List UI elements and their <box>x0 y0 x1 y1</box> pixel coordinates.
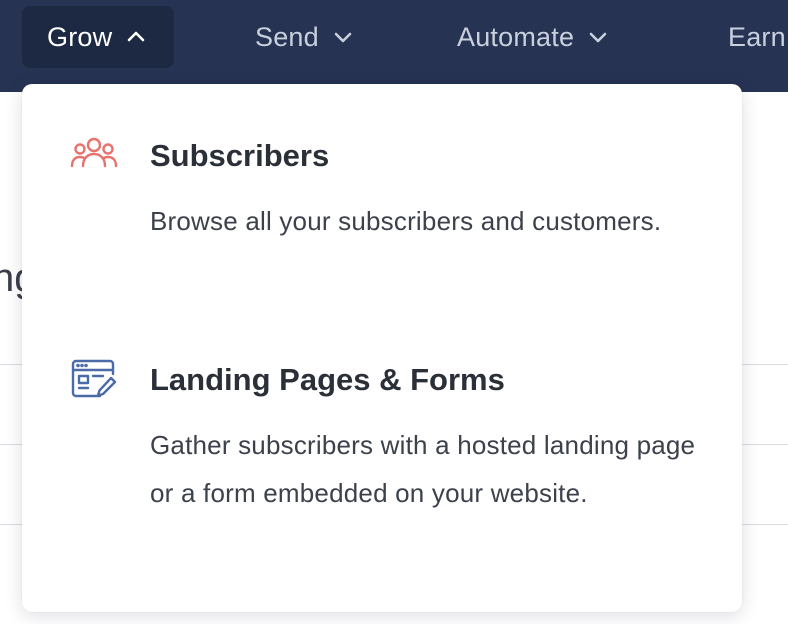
subscribers-title: Subscribers <box>150 138 330 173</box>
nav-automate-menu[interactable]: Automate <box>457 6 608 68</box>
menu-item-subscribers[interactable]: Subscribers Browse all your subscribers … <box>22 124 742 334</box>
landing-pages-forms-description: Gather subscribers with a hosted landing… <box>150 430 696 508</box>
subscribers-icon <box>70 136 118 180</box>
nav-send-menu[interactable]: Send <box>255 6 353 68</box>
grow-dropdown-menu: Subscribers Browse all your subscribers … <box>22 84 742 612</box>
menu-item-landing-pages-forms[interactable]: Landing Pages & Forms Gather subscribers… <box>22 348 742 572</box>
background-heading-fragment: ng <box>0 256 22 300</box>
nav-grow-label: Grow <box>47 21 113 52</box>
nav-grow-menu[interactable]: Grow <box>22 6 174 68</box>
nav-send-label: Send <box>255 21 319 52</box>
nav-automate-label: Automate <box>457 21 575 52</box>
nav-earn-label: Earn <box>728 21 786 52</box>
landing-pages-forms-title: Landing Pages & Forms <box>150 362 505 397</box>
nav-earn-menu[interactable]: Earn <box>728 6 786 68</box>
landing-page-form-icon <box>70 358 118 402</box>
chevron-down-icon <box>333 27 353 47</box>
chevron-down-icon <box>588 27 608 47</box>
top-navigation: Grow Send Automate Earn <box>0 0 788 92</box>
subscribers-description: Browse all your subscribers and customer… <box>150 206 662 236</box>
chevron-up-icon <box>126 27 146 47</box>
